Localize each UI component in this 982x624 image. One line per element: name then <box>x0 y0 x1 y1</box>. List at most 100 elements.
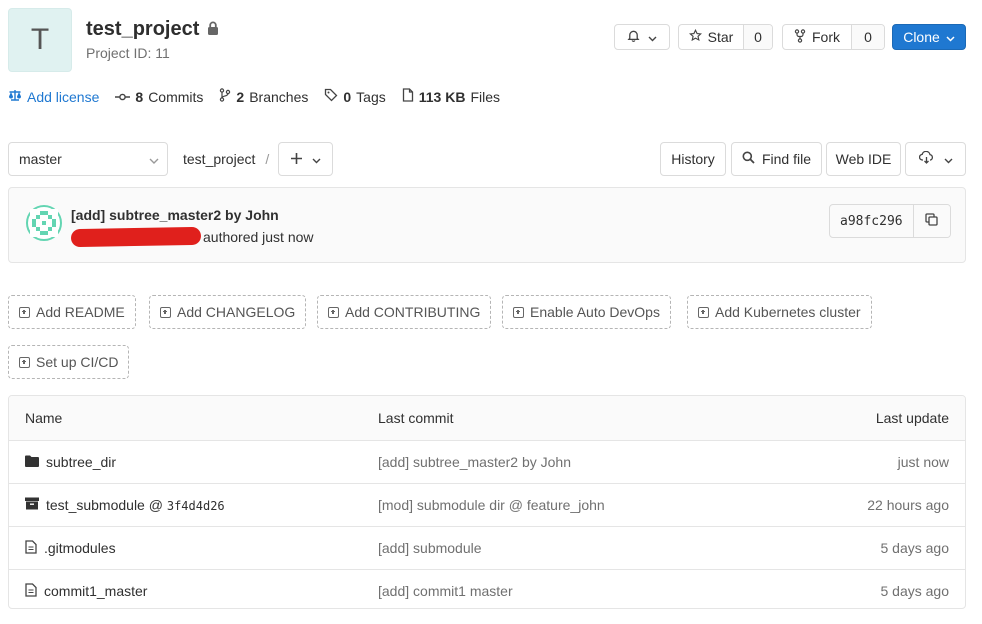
submodule-sha[interactable]: 3f4d4d26 <box>167 499 225 513</box>
chevron-down-icon <box>648 29 657 45</box>
notification-dropdown[interactable] <box>614 24 670 50</box>
plus-icon <box>290 151 302 167</box>
row-commit-message[interactable]: [add] submodule <box>378 527 482 569</box>
files-label: Files <box>470 88 501 105</box>
plus-square-icon <box>160 306 171 318</box>
header-name: Name <box>25 410 63 426</box>
branch-select[interactable]: master <box>8 142 168 176</box>
fork-icon <box>794 28 806 46</box>
breadcrumb-root[interactable]: test_project <box>183 151 255 167</box>
row-commit-message[interactable]: [mod] submodule dir @ feature_john <box>378 484 605 526</box>
add-contributing-label: Add CONTRIBUTING <box>345 304 481 320</box>
file-name-cell[interactable]: test_submodule @ 3f4d4d26 <box>25 484 225 526</box>
file-icon <box>402 88 414 105</box>
file-name-cell[interactable]: .gitmodules <box>25 527 116 569</box>
plus-square-icon <box>19 306 30 318</box>
bell-icon <box>627 29 640 45</box>
file-icon <box>25 539 37 557</box>
file-name[interactable]: .gitmodules <box>44 540 116 556</box>
plus-square-icon <box>19 356 30 368</box>
header-last-update: Last update <box>875 410 949 426</box>
file-name: test_submodule @ <box>46 497 167 513</box>
add-license-label: Add license <box>27 88 100 105</box>
cloud-download-icon <box>918 150 934 167</box>
history-label: History <box>671 151 715 167</box>
archive-icon <box>25 497 39 513</box>
add-readme-button[interactable]: Add README <box>8 295 136 329</box>
file-name[interactable]: subtree_dir <box>46 454 116 470</box>
star-count[interactable]: 0 <box>743 25 772 49</box>
find-file-button[interactable]: Find file <box>731 142 822 176</box>
setup-ci-cd-button[interactable]: Set up CI/CD <box>8 345 130 379</box>
commits-label: Commits <box>148 88 204 105</box>
table-row: test_submodule @ 3f4d4d26 [mod] submodul… <box>9 484 965 527</box>
file-name[interactable]: commit1_master <box>44 583 147 599</box>
star-icon <box>688 28 702 45</box>
branches-link[interactable]: 2 Branches <box>219 88 308 105</box>
files-size: 113 KB <box>418 88 466 105</box>
scale-icon <box>8 89 22 105</box>
star-button[interactable]: Star <box>679 25 743 49</box>
add-readme-label: Add README <box>36 304 125 320</box>
row-commit-message[interactable]: [add] commit1 master <box>378 570 513 608</box>
commits-link[interactable]: 8 Commits <box>115 89 203 105</box>
chevron-down-icon <box>149 151 159 167</box>
project-title: test_project <box>86 18 219 41</box>
fork-label: Fork <box>812 29 840 45</box>
fork-button[interactable]: Fork <box>783 25 851 49</box>
tags-link[interactable]: 0 Tags <box>324 88 386 105</box>
author-avatar[interactable] <box>26 205 62 241</box>
row-commit-message[interactable]: [add] subtree_master2 by John <box>378 441 571 483</box>
history-button[interactable]: History <box>660 142 726 176</box>
add-changelog-button[interactable]: Add CHANGELOG <box>149 295 307 329</box>
copy-sha-button[interactable] <box>912 205 950 237</box>
commit-meta: authored just now <box>70 226 314 248</box>
project-name[interactable]: test_project <box>86 18 199 41</box>
fork-group: Fork 0 <box>782 24 885 50</box>
branches-count: 2 <box>236 88 245 105</box>
table-header: Name Last commit Last update <box>9 396 965 441</box>
table-row: commit1_master [add] commit1 master 5 da… <box>9 570 965 608</box>
commit-icon <box>115 89 131 105</box>
commit-sha[interactable]: a98fc296 <box>830 205 913 237</box>
web-ide-button[interactable]: Web IDE <box>826 142 901 176</box>
table-row: subtree_dir [add] subtree_master2 by Joh… <box>9 441 965 484</box>
file-icon <box>25 582 37 600</box>
file-name-cell[interactable]: commit1_master <box>25 570 147 608</box>
commit-sha-group: a98fc296 <box>829 204 951 238</box>
search-icon <box>742 151 755 167</box>
row-updated: 22 hours ago <box>867 497 949 513</box>
project-id: Project ID: 11 <box>86 45 170 61</box>
plus-square-icon <box>513 306 524 318</box>
table-row: .gitmodules [add] submodule 5 days ago <box>9 527 965 570</box>
file-name-cell[interactable]: subtree_dir <box>25 441 116 483</box>
project-avatar: T <box>8 8 72 72</box>
row-updated: just now <box>897 454 949 470</box>
fork-count[interactable]: 0 <box>851 25 884 49</box>
commit-authored-text: authored just now <box>203 229 314 245</box>
branches-label: Branches <box>249 88 309 105</box>
add-license-link[interactable]: Add license <box>8 89 99 105</box>
enable-auto-devops-label: Enable Auto DevOps <box>530 304 660 320</box>
add-changelog-label: Add CHANGELOG <box>177 304 296 320</box>
commit-title[interactable]: [add] subtree_master2 by John <box>71 207 279 223</box>
star-label: Star <box>707 29 734 45</box>
download-dropdown[interactable] <box>905 142 966 176</box>
enable-auto-devops-button[interactable]: Enable Auto DevOps <box>502 295 671 329</box>
add-kubernetes-cluster-button[interactable]: Add Kubernetes cluster <box>687 295 872 329</box>
breadcrumb: test_project / <box>183 151 269 167</box>
chevron-down-icon <box>312 151 321 167</box>
clone-button[interactable]: Clone <box>892 24 966 50</box>
breadcrumb-separator: / <box>265 151 270 167</box>
star-group: Star 0 <box>678 24 773 50</box>
add-kubernetes-cluster-label: Add Kubernetes cluster <box>715 304 861 320</box>
add-contributing-button[interactable]: Add CONTRIBUTING <box>317 295 492 329</box>
folder-icon <box>25 454 39 470</box>
branch-icon <box>219 88 231 105</box>
tag-icon <box>324 88 338 105</box>
copy-icon <box>925 213 938 229</box>
files-link[interactable]: 113 KB Files <box>402 88 500 105</box>
submodule-name[interactable]: test_submodule @ 3f4d4d26 <box>46 497 225 513</box>
tags-count: 0 <box>343 88 352 105</box>
add-to-tree-dropdown[interactable] <box>278 142 333 176</box>
